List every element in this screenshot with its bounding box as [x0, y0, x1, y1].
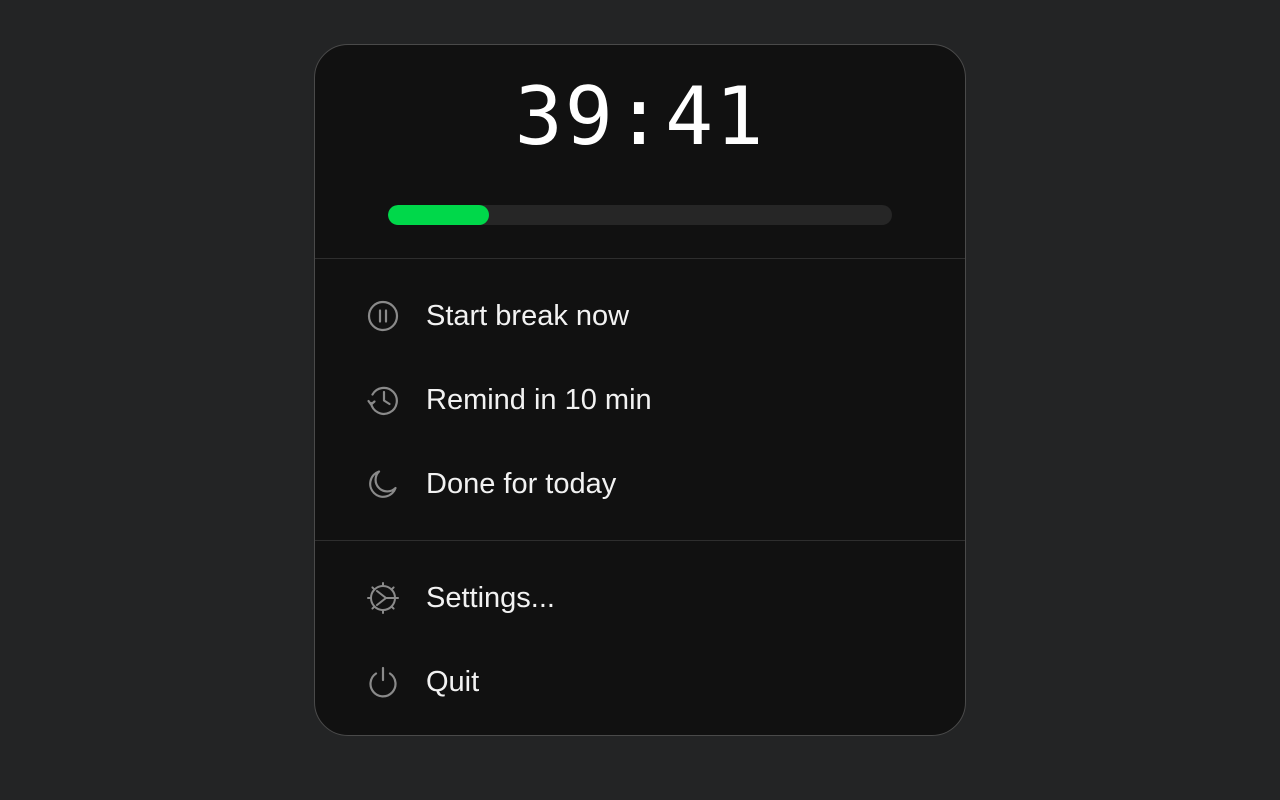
menu-divider	[315, 258, 965, 259]
moon-icon	[365, 466, 401, 502]
remind-later-item[interactable]: Remind in 10 min	[315, 358, 965, 442]
gear-icon	[365, 580, 401, 616]
settings-item[interactable]: Settings...	[315, 556, 965, 640]
countdown-timer: 39:41	[514, 70, 766, 163]
quit-item[interactable]: Quit	[315, 640, 965, 724]
start-break-now-item[interactable]: Start break now	[315, 274, 965, 358]
settings-label: Settings...	[426, 581, 555, 614]
power-icon	[365, 664, 401, 700]
start-break-now-label: Start break now	[426, 299, 630, 332]
quit-label: Quit	[426, 665, 480, 698]
timer-section: 39:41	[315, 45, 965, 258]
pause-circle-icon	[365, 298, 401, 334]
progress-bar-fill	[388, 205, 489, 225]
done-for-today-item[interactable]: Done for today	[315, 442, 965, 526]
menu-divider	[315, 540, 965, 541]
timer-menu-panel: 39:41 Start break now Remind in 10 min D…	[314, 44, 966, 736]
progress-bar	[388, 205, 892, 225]
history-icon	[365, 382, 401, 418]
remind-later-label: Remind in 10 min	[426, 383, 652, 416]
done-for-today-label: Done for today	[426, 467, 617, 500]
